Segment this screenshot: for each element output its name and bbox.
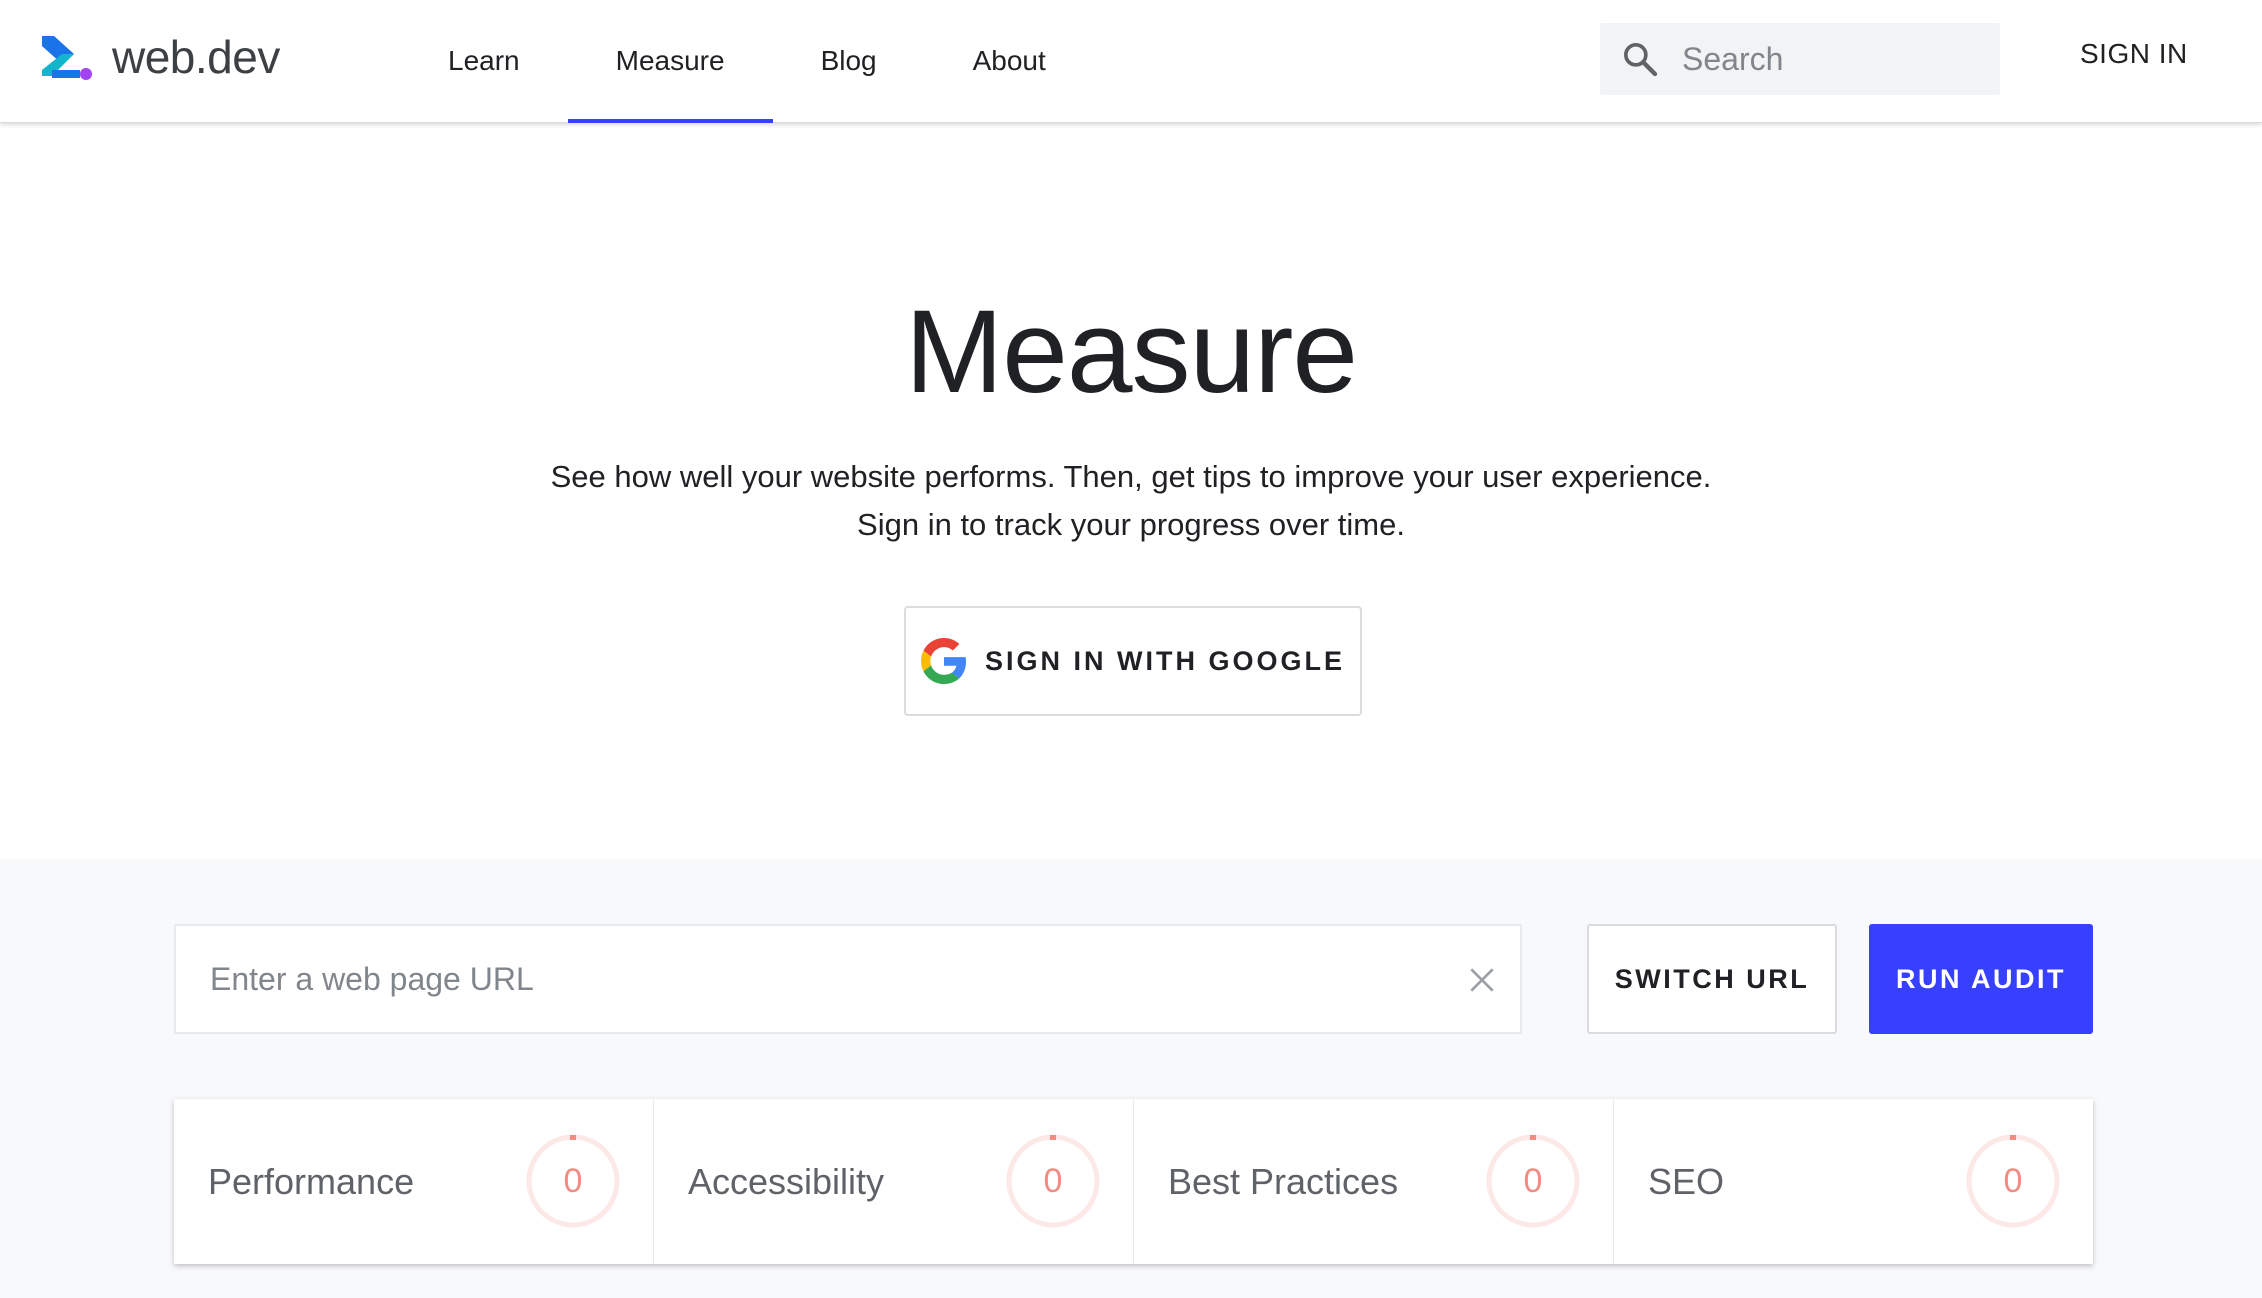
sign-in-button[interactable]: SIGN IN: [2080, 38, 2188, 70]
logo-link[interactable]: web.dev: [38, 30, 280, 84]
score-label: Best Practices: [1168, 1160, 1399, 1202]
page-title: Measure: [904, 286, 1358, 418]
nav-measure[interactable]: Measure: [567, 0, 773, 123]
score-card-performance[interactable]: Performance 0: [174, 1099, 653, 1264]
audit-section: SWITCH URL RUN AUDIT Performance 0 Acces…: [0, 859, 2262, 1298]
score-label: Accessibility: [688, 1160, 885, 1202]
score-gauge-icon: 0: [1965, 1133, 2061, 1229]
score-card-best-practices[interactable]: Best Practices 0: [1133, 1099, 1613, 1264]
google-button-label: SIGN IN WITH GOOGLE: [985, 645, 1345, 676]
top-app-bar: web.dev Learn Measure Blog About SIGN IN: [0, 0, 2262, 123]
score-value: 0: [1043, 1161, 1063, 1200]
url-input[interactable]: [208, 959, 1412, 999]
score-card-seo[interactable]: SEO 0: [1613, 1099, 2093, 1264]
score-gauge-icon: 0: [525, 1133, 621, 1229]
score-label: Performance: [208, 1160, 415, 1202]
switch-url-button[interactable]: SWITCH URL: [1587, 924, 1837, 1034]
url-field[interactable]: [174, 924, 1522, 1034]
run-audit-button[interactable]: RUN AUDIT: [1869, 924, 2093, 1034]
sign-in-with-google-button[interactable]: SIGN IN WITH GOOGLE: [904, 606, 1362, 716]
score-gauge-icon: 0: [1005, 1133, 1101, 1229]
nav-learn-label: Learn: [448, 45, 520, 76]
nav-blog[interactable]: Blog: [773, 0, 925, 122]
hero-section: Measure See how well your website perfor…: [0, 123, 2262, 859]
webdev-logo-icon: [42, 36, 92, 80]
score-label: SEO: [1648, 1160, 1725, 1202]
nav-about[interactable]: About: [925, 0, 1094, 122]
nav-about-label: About: [972, 45, 1046, 76]
score-card-accessibility[interactable]: Accessibility 0: [653, 1099, 1133, 1264]
search-icon[interactable]: [1620, 39, 1660, 79]
hero-description-line-1: See how well your website performs. Then…: [550, 459, 1712, 494]
search-box[interactable]: [1600, 23, 2000, 95]
google-g-icon: [921, 638, 967, 684]
score-gauge-icon: 0: [1485, 1133, 1581, 1229]
score-cards: Performance 0 Accessibility 0 Best Pract…: [174, 1099, 2093, 1264]
score-value: 0: [1523, 1161, 1543, 1200]
nav-learn[interactable]: Learn: [400, 0, 568, 122]
logo-text: web.dev: [112, 31, 280, 83]
primary-nav: Learn Measure Blog About: [400, 0, 1094, 123]
nav-blog-label: Blog: [820, 45, 877, 76]
score-value: 0: [563, 1161, 583, 1200]
hero-description-line-2: Sign in to track your progress over time…: [857, 507, 1405, 542]
search-input[interactable]: [1680, 39, 1984, 79]
hero-description: See how well your website performs. Then…: [0, 453, 2262, 549]
nav-measure-label: Measure: [615, 45, 725, 76]
score-value: 0: [2003, 1161, 2023, 1200]
close-icon[interactable]: [1466, 964, 1498, 996]
